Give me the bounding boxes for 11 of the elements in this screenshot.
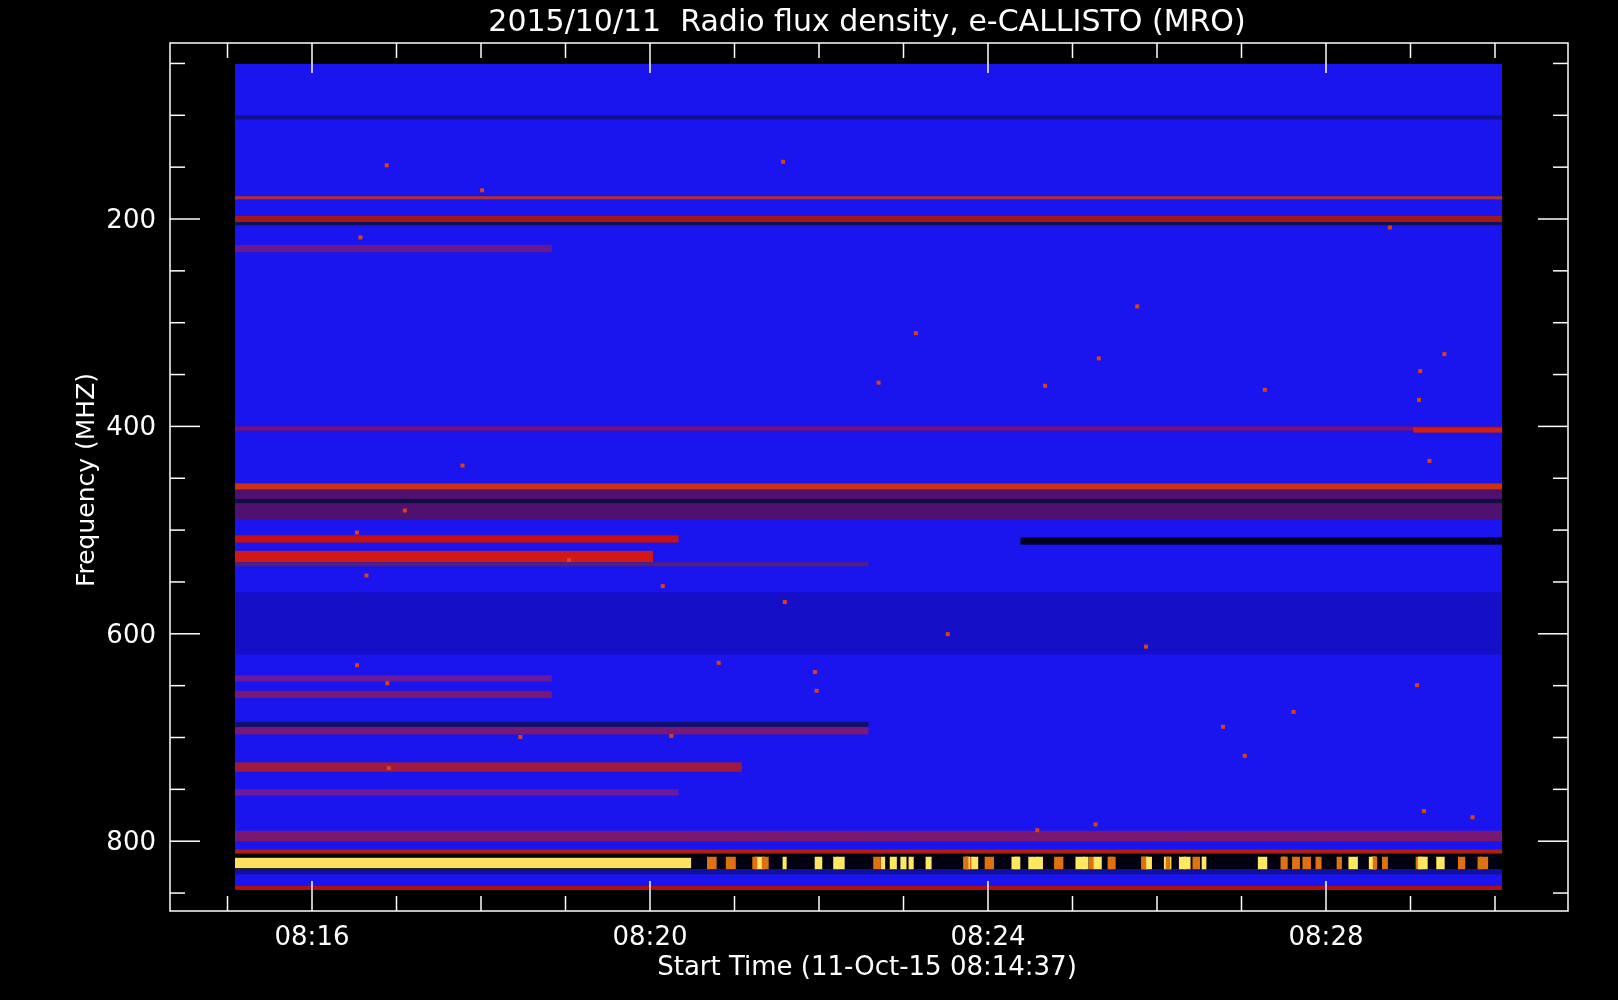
y-tick-label: 800 (106, 826, 156, 857)
x-tick-label: 08:28 (1288, 921, 1364, 951)
y-tick-label: 400 (106, 411, 156, 442)
x-tick-label: 08:16 (274, 921, 350, 951)
y-tick-label: 600 (106, 618, 156, 649)
chart-title: 2015/10/11 Radio flux density, e-CALLISTO (MRO) (488, 3, 1246, 38)
x-axis-label: Start Time (11-Oct-15 08:14:37) (657, 951, 1077, 981)
y-axis-label: Frequency (MHZ) (71, 372, 100, 588)
y-tick-label: 200 (106, 204, 156, 234)
x-tick-label: 08:24 (950, 921, 1026, 951)
x-tick-label: 08:20 (612, 921, 688, 951)
